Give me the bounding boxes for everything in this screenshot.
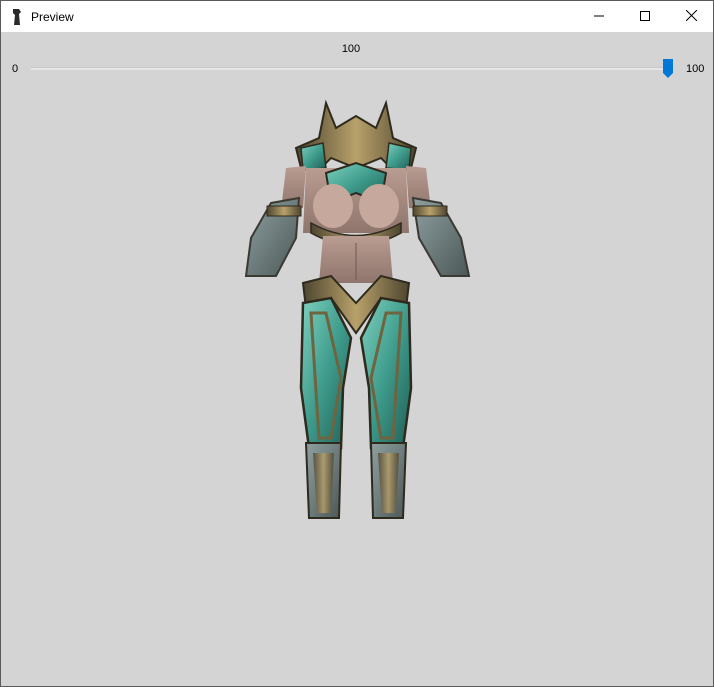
preview-window: Preview 100 0 100: [0, 0, 714, 687]
slider-value-label: 100: [341, 43, 361, 55]
minimize-icon: [594, 10, 604, 24]
close-icon: [685, 9, 697, 24]
title-bar[interactable]: Preview: [1, 1, 713, 32]
app-icon: [10, 8, 24, 26]
slider-thumb[interactable]: [662, 59, 674, 79]
armor-preview-render[interactable]: [231, 98, 481, 528]
minimize-button[interactable]: [576, 1, 622, 32]
maximize-button[interactable]: [622, 1, 668, 32]
window-title: Preview: [31, 10, 74, 24]
slider-track[interactable]: [31, 67, 669, 70]
maximize-icon: [640, 10, 650, 24]
slider-max-label: 100: [686, 63, 705, 75]
armor-figure: [244, 99, 471, 519]
content-area: 100 0 100: [1, 32, 713, 686]
slider-min-label: 0: [12, 63, 19, 75]
close-button[interactable]: [668, 1, 713, 32]
